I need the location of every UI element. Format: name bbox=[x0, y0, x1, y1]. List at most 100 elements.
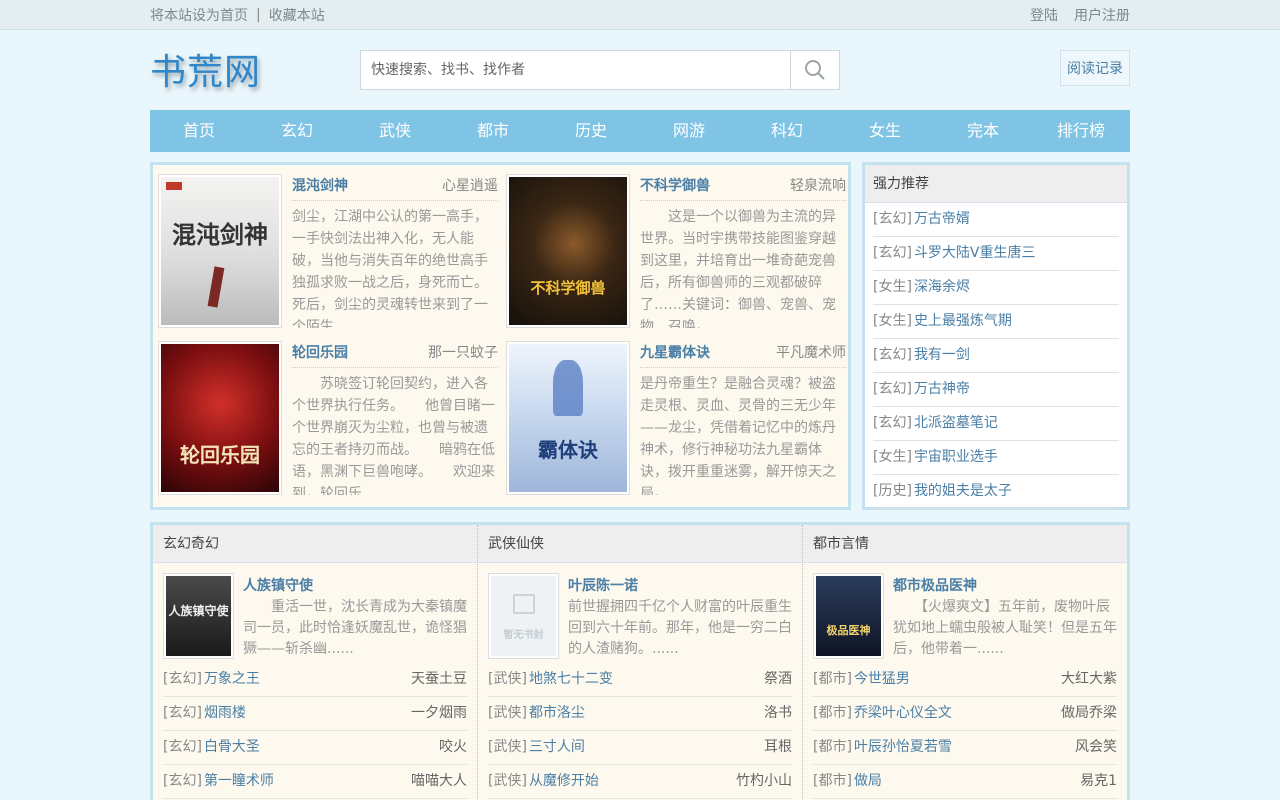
nav-dushi[interactable]: 都市 bbox=[444, 110, 542, 152]
book-title[interactable]: 今世猛男 bbox=[854, 671, 910, 687]
category-tag: [武侠] bbox=[488, 705, 527, 721]
book-title[interactable]: 人族镇守使 bbox=[243, 575, 313, 595]
category-tag: [都市] bbox=[813, 739, 852, 755]
list-item[interactable]: [武侠] 三寸人间 耳根 bbox=[488, 731, 792, 765]
book-title[interactable]: 第一瞳术师 bbox=[204, 773, 274, 789]
book-title[interactable]: 宇宙职业选手 bbox=[914, 449, 998, 465]
book-title[interactable]: 三寸人间 bbox=[529, 739, 585, 755]
book-author: 大红大紫 bbox=[1061, 671, 1117, 687]
book-title[interactable]: 都市洛尘 bbox=[529, 705, 585, 721]
nav-kehuan[interactable]: 科幻 bbox=[738, 110, 836, 152]
category-tag: [武侠] bbox=[488, 773, 527, 789]
category-tag: [玄幻] bbox=[163, 773, 202, 789]
recommend-item[interactable]: [玄幻] 万古帝婿 bbox=[873, 203, 1119, 237]
book-cover[interactable]: 霸体诀 bbox=[506, 341, 630, 495]
nav-ranking[interactable]: 排行榜 bbox=[1032, 110, 1130, 152]
book-title[interactable]: 烟雨楼 bbox=[204, 705, 246, 721]
category-tag: [玄幻] bbox=[873, 211, 912, 227]
section-heading: 玄幻奇幻 bbox=[153, 525, 477, 563]
book-description: 前世握拥四千亿个人财富的叶辰重生回到六十年前。那年，他是一穷二白的人渣赌狗。..… bbox=[568, 599, 792, 657]
section-dushi: 都市言情 极品医神 都市极品医神 【火爆爽文】五年前，废物叶辰犹如地上蠕虫般被人… bbox=[803, 525, 1127, 800]
book-title[interactable]: 史上最强炼气期 bbox=[914, 313, 1012, 329]
list-item[interactable]: [都市] 今世猛男 大红大紫 bbox=[813, 663, 1117, 697]
cover-title: 暂无书封 bbox=[503, 630, 544, 641]
recommend-item[interactable]: [玄幻] 斗罗大陆V重生唐三 bbox=[873, 237, 1119, 271]
category-tag: [玄幻] bbox=[163, 705, 202, 721]
register-link[interactable]: 用户注册 bbox=[1074, 8, 1130, 24]
list-item[interactable]: [都市] 叶辰孙怡夏若雪 风会笑 bbox=[813, 731, 1117, 765]
book-title[interactable]: 白骨大圣 bbox=[204, 739, 260, 755]
book-author: 喵喵大人 bbox=[411, 773, 467, 789]
book-description: 这是一个以御兽为主流的异世界。当时宇携带技能图鉴穿越到这里，并培育出一堆奇葩宠兽… bbox=[640, 209, 836, 328]
search-button[interactable] bbox=[790, 51, 839, 89]
list-item[interactable]: [玄幻] 白骨大圣 咬火 bbox=[163, 731, 467, 765]
nav-home[interactable]: 首页 bbox=[150, 110, 248, 152]
list-item[interactable]: [玄幻] 第一瞳术师 喵喵大人 bbox=[163, 765, 467, 799]
category-tag: [都市] bbox=[813, 705, 852, 721]
recommend-panel: 强力推荐 [玄幻] 万古帝婿 [玄幻] 斗罗大陆V重生唐三 [女生] 深海余烬 [女生… bbox=[862, 162, 1130, 510]
book-description: 【火爆爽文】五年前，废物叶辰犹如地上蠕虫般被人耻笑！但是五年后，他带着一....… bbox=[893, 599, 1117, 657]
book-title[interactable]: 混沌剑神 bbox=[292, 175, 348, 200]
cover-title: 极品医神 bbox=[826, 624, 871, 637]
book-title[interactable]: 我有一剑 bbox=[914, 347, 970, 363]
nav-wanben[interactable]: 完本 bbox=[934, 110, 1032, 152]
book-title[interactable]: 深海余烬 bbox=[914, 279, 970, 295]
nav-wangyou[interactable]: 网游 bbox=[640, 110, 738, 152]
book-title[interactable]: 地煞七十二变 bbox=[529, 671, 613, 687]
list-item[interactable]: [玄幻] 烟雨楼 一夕烟雨 bbox=[163, 697, 467, 731]
recommend-item[interactable]: [玄幻] 我有一剑 bbox=[873, 339, 1119, 373]
list-item[interactable]: [武侠] 地煞七十二变 祭酒 bbox=[488, 663, 792, 697]
nav-xuanhuan[interactable]: 玄幻 bbox=[248, 110, 346, 152]
book-cover[interactable]: 极品医神 bbox=[813, 573, 884, 659]
list-item[interactable]: [都市] 乔梁叶心仪全文 做局乔梁 bbox=[813, 697, 1117, 731]
login-link[interactable]: 登陆 bbox=[1030, 8, 1058, 24]
book-author: 轻泉流响 bbox=[790, 178, 846, 194]
book-title[interactable]: 从魔修开始 bbox=[529, 773, 599, 789]
book-title[interactable]: 做局 bbox=[854, 773, 882, 789]
nav-nvsheng[interactable]: 女生 bbox=[836, 110, 934, 152]
bookmark-site-link[interactable]: 收藏本站 bbox=[269, 5, 325, 25]
book-author: 耳根 bbox=[764, 739, 792, 755]
book-title[interactable]: 斗罗大陆V重生唐三 bbox=[914, 245, 1036, 261]
recommend-heading: 强力推荐 bbox=[865, 165, 1127, 203]
category-tag: [女生] bbox=[873, 449, 912, 465]
book-title[interactable]: 万古神帝 bbox=[914, 381, 970, 397]
book-cover[interactable]: 不科学御兽 bbox=[506, 174, 630, 328]
book-cover[interactable]: 人族镇守使 bbox=[163, 573, 234, 659]
book-title[interactable]: 北派盗墓笔记 bbox=[914, 415, 998, 431]
book-title[interactable]: 万古帝婿 bbox=[914, 211, 970, 227]
recommend-item[interactable]: [女生] 深海余烬 bbox=[873, 271, 1119, 305]
book-description: 剑尘，江湖中公认的第一高手，一手快剑法出神入化，无人能破，当他与消失百年的绝世高… bbox=[292, 209, 488, 328]
list-item[interactable]: [武侠] 都市洛尘 洛书 bbox=[488, 697, 792, 731]
list-item[interactable]: [都市] 做局 易克1 bbox=[813, 765, 1117, 799]
recommend-item[interactable]: [玄幻] 万古神帝 bbox=[873, 373, 1119, 407]
list-item[interactable]: [武侠] 从魔修开始 竹杓小山 bbox=[488, 765, 792, 799]
nav-lishi[interactable]: 历史 bbox=[542, 110, 640, 152]
book-title[interactable]: 九星霸体诀 bbox=[640, 342, 710, 367]
reading-history-button[interactable]: 阅读记录 bbox=[1060, 50, 1130, 86]
book-title[interactable]: 不科学御兽 bbox=[640, 175, 710, 200]
book-cover[interactable]: 混沌剑神 bbox=[158, 174, 282, 328]
book-description: 是丹帝重生？是融合灵魂？被盗走灵根、灵血、灵骨的三无少年——龙尘，凭借着记忆中的… bbox=[640, 376, 836, 495]
list-item[interactable]: [玄幻] 万象之王 天蚕土豆 bbox=[163, 663, 467, 697]
recommend-item[interactable]: [玄幻] 北派盗墓笔记 bbox=[873, 407, 1119, 441]
category-tag: [武侠] bbox=[488, 739, 527, 755]
book-title[interactable]: 乔梁叶心仪全文 bbox=[854, 705, 952, 721]
book-cover[interactable]: 暂无书封 bbox=[488, 573, 559, 659]
recommend-item[interactable]: [女生] 宇宙职业选手 bbox=[873, 441, 1119, 475]
search-input[interactable] bbox=[361, 51, 790, 89]
nav-wuxia[interactable]: 武侠 bbox=[346, 110, 444, 152]
book-title[interactable]: 叶辰孙怡夏若雪 bbox=[854, 739, 952, 755]
recommend-item[interactable]: [女生] 史上最强炼气期 bbox=[873, 305, 1119, 339]
site-logo[interactable]: 书荒网 bbox=[150, 43, 261, 95]
book-title[interactable]: 万象之王 bbox=[204, 671, 260, 687]
book-title[interactable]: 叶辰陈一诺 bbox=[568, 575, 638, 595]
book-cover[interactable]: 轮回乐园 bbox=[158, 341, 282, 495]
book-title[interactable]: 都市极品医神 bbox=[893, 575, 977, 595]
book-title[interactable]: 我的姐夫是太子 bbox=[914, 483, 1012, 499]
recommend-item[interactable]: [历史] 我的姐夫是太子 bbox=[873, 475, 1119, 509]
main-nav: 首页 玄幻 武侠 都市 历史 网游 科幻 女生 完本 排行榜 bbox=[150, 110, 1130, 152]
set-homepage-link[interactable]: 将本站设为首页 bbox=[150, 5, 248, 25]
category-tag: [武侠] bbox=[488, 671, 527, 687]
book-title[interactable]: 轮回乐园 bbox=[292, 342, 348, 367]
